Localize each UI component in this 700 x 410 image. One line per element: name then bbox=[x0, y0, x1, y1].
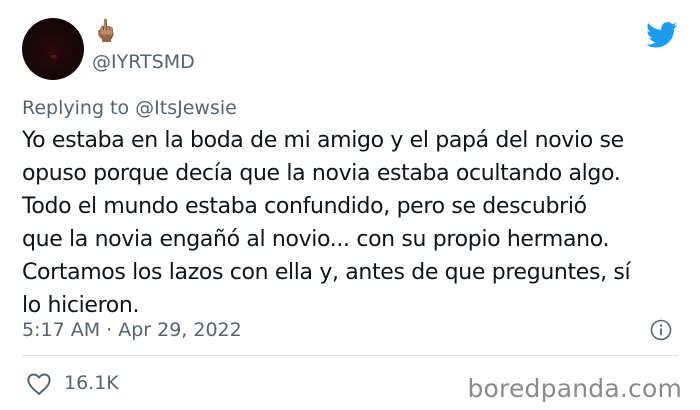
divider bbox=[22, 355, 678, 356]
username[interactable]: @IYRTSMD bbox=[92, 50, 195, 74]
like-count: 16.1K bbox=[64, 372, 119, 394]
info-icon[interactable] bbox=[650, 319, 672, 341]
tweet-line: que la novia engañó al novio... con su p… bbox=[22, 227, 610, 252]
avatar[interactable] bbox=[22, 18, 84, 80]
replying-to-label: Replying to bbox=[22, 97, 130, 119]
tweet-line: Todo el mundo estaba confundido, pero se… bbox=[22, 194, 587, 219]
tweet-line: opuso porque decía que la novia estaba o… bbox=[22, 161, 621, 186]
tweet-timestamp[interactable]: 5:17 AM · Apr 29, 2022 bbox=[22, 318, 242, 342]
tweet-line: Yo estaba en la boda de mi amigo y el pa… bbox=[22, 128, 624, 153]
watermark: boredpanda.com bbox=[467, 374, 682, 403]
twitter-bird-icon[interactable] bbox=[646, 22, 678, 48]
replying-to: Replying to @ItsJewsie bbox=[22, 96, 237, 120]
tweet-card: 🖕🏽 @IYRTSMD Replying to @ItsJewsie Yo es… bbox=[0, 0, 700, 410]
avatar-detail bbox=[50, 55, 57, 58]
tweet-line: Cortamos los lazos con ella y, antes de … bbox=[22, 260, 631, 285]
reply-mention-link[interactable]: @ItsJewsie bbox=[135, 97, 237, 119]
tweet-text: Yo estaba en la boda de mi amigo y el pa… bbox=[22, 124, 682, 322]
display-name[interactable]: 🖕🏽 bbox=[92, 20, 119, 44]
heart-icon[interactable] bbox=[26, 372, 52, 396]
